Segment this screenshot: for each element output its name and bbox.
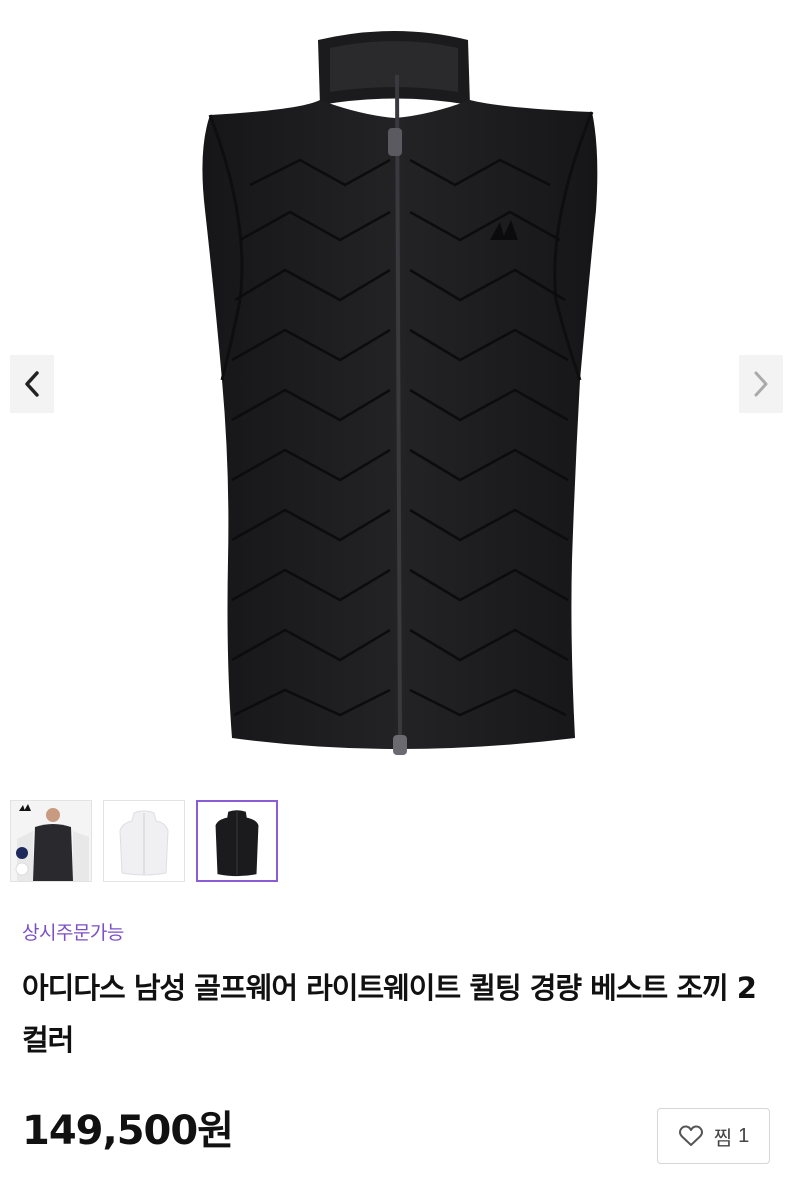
thumbnail-strip xyxy=(10,800,278,882)
product-title: 아디다스 남성 골프웨어 라이트웨이트 퀼팅 경량 베스트 조끼 2컬러 xyxy=(22,971,757,1057)
thumbnail-image xyxy=(11,801,91,881)
gallery-prev-button[interactable] xyxy=(10,355,54,413)
heart-icon xyxy=(678,1125,703,1146)
thumbnail-1[interactable] xyxy=(10,800,92,882)
wishlist-count: 1 xyxy=(738,1124,750,1147)
chevron-left-icon xyxy=(25,371,39,397)
wishlist-label: 찜 xyxy=(713,1127,733,1150)
thumbnail-image xyxy=(198,802,276,880)
thumbnail-2[interactable] xyxy=(103,800,185,882)
product-gallery xyxy=(0,0,793,790)
chevron-right-icon xyxy=(754,371,768,397)
thumbnail-image xyxy=(104,801,184,881)
gallery-next-button[interactable] xyxy=(739,355,783,413)
availability-tag: 상시주문가능 xyxy=(22,922,124,944)
wishlist-button[interactable]: 찜 1 xyxy=(657,1108,770,1164)
thumbnail-3[interactable] xyxy=(196,800,278,882)
product-price: 149,500원 xyxy=(22,1108,234,1154)
main-product-image xyxy=(202,31,598,755)
